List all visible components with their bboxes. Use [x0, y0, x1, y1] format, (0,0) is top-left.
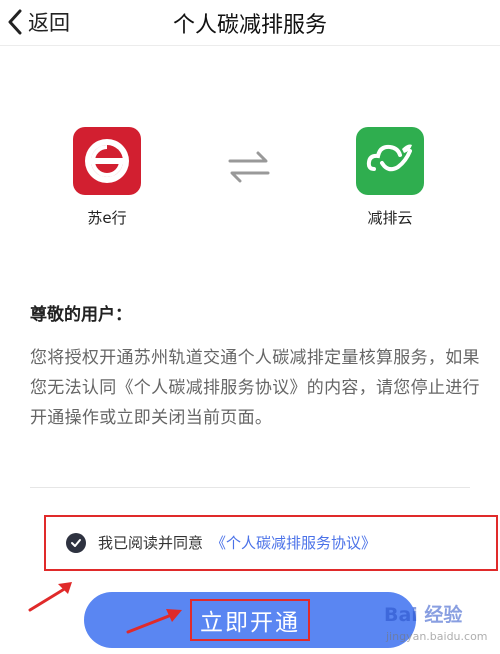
- nav-bar: 返回 个人碳减排服务: [0, 0, 500, 46]
- annotation-arrow-icon: [126, 609, 182, 634]
- jianpaiyun-logo-icon: [356, 127, 424, 195]
- activate-button-label: 立即开通: [200, 610, 300, 636]
- greeting-heading: 尊敬的用户：: [30, 305, 132, 325]
- annotation-arrow-icon: [28, 582, 72, 612]
- watermark-main: Bai 经验: [384, 604, 463, 626]
- baidu-jingyan-watermark: Bai 经验 jingyan.baidu.com: [382, 598, 496, 650]
- app-su-e-xing: 苏e行: [62, 127, 152, 228]
- divider: [30, 487, 470, 488]
- activate-highlight-box: 立即开通: [190, 599, 310, 641]
- agreement-highlight-box: 我已阅读并同意 《个人碳减排服务协议》: [44, 515, 498, 571]
- app-name-left: 苏e行: [87, 209, 127, 227]
- agreement-text: 我已阅读并同意: [98, 534, 204, 552]
- watermark-sub: jingyan.baidu.com: [386, 630, 488, 643]
- service-description: 您将授权开通苏州轨道交通个人碳减排定量核算服务，如果您无法认同《个人碳减排服务协…: [30, 348, 480, 428]
- swap-arrows-icon: [228, 151, 270, 183]
- su-e-xing-logo-icon: [73, 127, 141, 195]
- agreement-link[interactable]: 《个人碳减排服务协议》: [211, 532, 376, 553]
- app-name-right: 减排云: [367, 209, 413, 227]
- app-jianpaiyun: 减排云: [345, 127, 435, 228]
- agreement-row[interactable]: 我已阅读并同意 《个人碳减排服务协议》: [66, 532, 376, 553]
- check-icon[interactable]: [66, 532, 86, 553]
- app-link-row: 苏e行 减排云: [0, 127, 500, 237]
- page-title: 个人碳减排服务: [172, 13, 327, 38]
